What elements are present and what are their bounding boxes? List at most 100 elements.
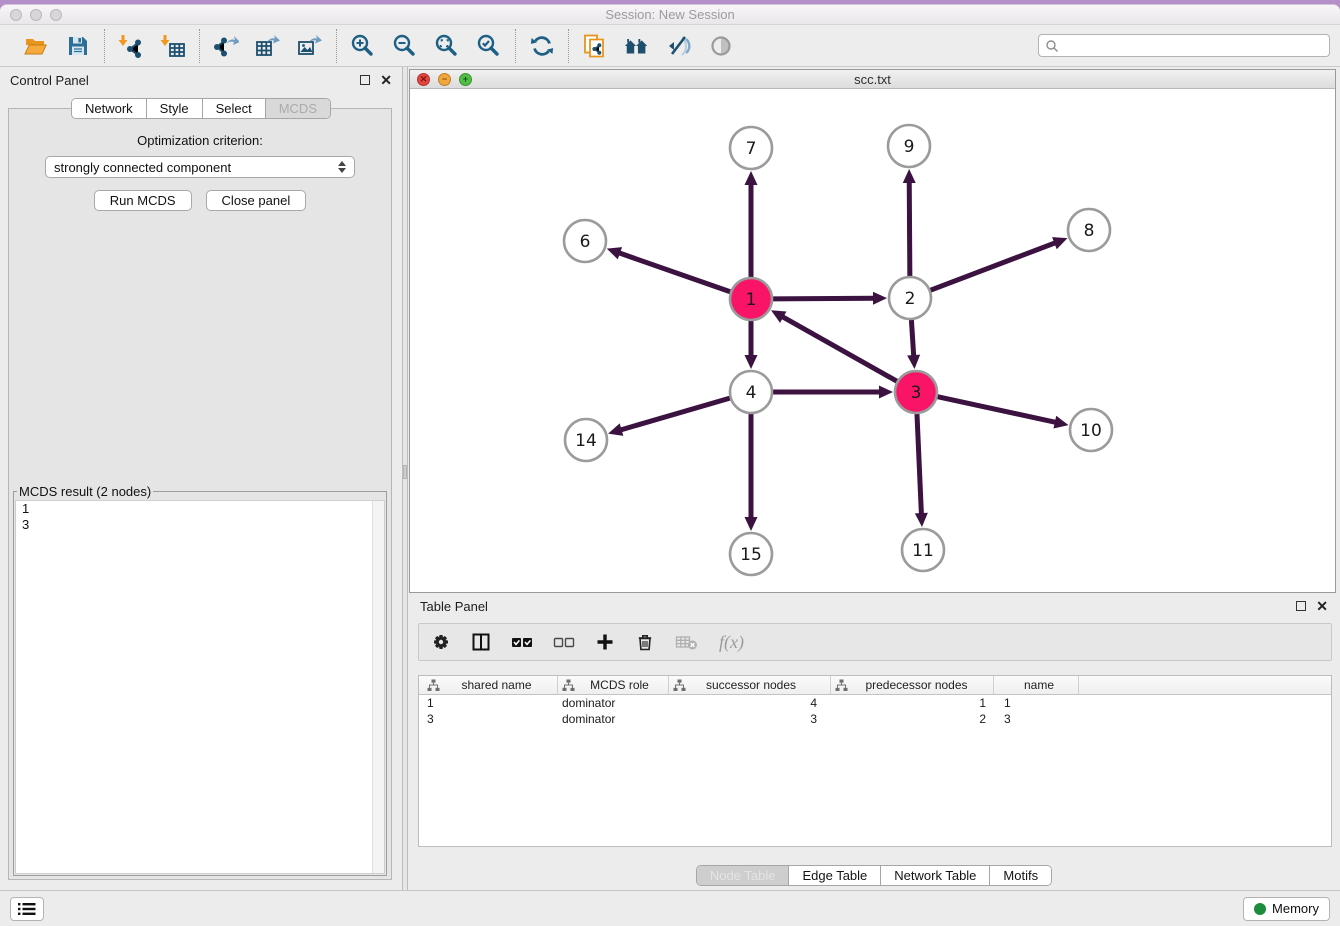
network-canvas-svg: 7968124314101511 <box>410 89 1335 592</box>
show-details-icon[interactable] <box>707 32 735 60</box>
table-panel-title: Table Panel <box>420 599 488 614</box>
tab-style[interactable]: Style <box>146 99 202 118</box>
list-item[interactable]: 3 <box>16 517 384 533</box>
column-header-name[interactable]: name <box>994 676 1079 694</box>
splitter-grip[interactable] <box>403 465 407 479</box>
column-header-shared-name[interactable]: shared name <box>419 676 558 694</box>
graph-edge-2-3[interactable] <box>911 320 913 357</box>
zoom-selected-icon[interactable] <box>475 32 503 60</box>
graph-node-label-2: 2 <box>905 289 916 309</box>
tab-mcds[interactable]: MCDS <box>265 99 330 118</box>
close-table-panel-icon[interactable]: ✕ <box>1316 601 1328 611</box>
graph-edge-3-10[interactable] <box>937 397 1056 423</box>
refresh-icon[interactable] <box>528 32 556 60</box>
cell-shared-name[interactable]: 1 <box>419 696 558 710</box>
network-close-icon[interactable]: ✕ <box>417 73 430 86</box>
float-table-panel-icon[interactable] <box>1296 601 1306 611</box>
cell-successor-nodes[interactable]: 4 <box>669 696 831 710</box>
cell-mcds-role[interactable]: dominator <box>558 696 669 710</box>
memory-button[interactable]: Memory <box>1243 897 1330 921</box>
delete-column-icon[interactable] <box>635 632 655 652</box>
table-panel: Table Panel ✕ <box>408 593 1340 890</box>
network-window-titlebar[interactable]: ✕ − + scc.txt <box>410 70 1335 89</box>
table-tabs: Node Table Edge Table Network Table Moti… <box>696 865 1052 886</box>
close-panel-icon[interactable]: ✕ <box>380 75 392 85</box>
float-panel-icon[interactable] <box>360 75 370 85</box>
table-row[interactable]: 3 dominator 3 2 3 <box>419 711 1331 727</box>
graph-edge-3-11[interactable] <box>917 414 921 515</box>
tab-network[interactable]: Network <box>72 99 146 118</box>
close-panel-button[interactable]: Close panel <box>206 190 307 211</box>
open-file-icon[interactable] <box>22 32 50 60</box>
graph-arrowhead <box>879 386 893 399</box>
select-all-icon[interactable] <box>511 635 533 649</box>
network-maximize-icon[interactable]: + <box>459 73 472 86</box>
memory-status-icon <box>1254 903 1266 915</box>
cell-predecessor-nodes[interactable]: 2 <box>831 712 994 726</box>
minimize-window-button[interactable] <box>30 9 42 21</box>
zoom-in-icon[interactable] <box>349 32 377 60</box>
column-header-mcds-role[interactable]: MCDS role <box>558 676 669 694</box>
table-header: shared name MCDS role successor nodes <box>419 676 1331 695</box>
network-canvas[interactable]: 7968124314101511 <box>410 89 1335 592</box>
task-history-button[interactable] <box>10 897 44 921</box>
zoom-window-button[interactable] <box>50 9 62 21</box>
export-table-icon[interactable] <box>254 32 282 60</box>
window-controls <box>10 9 62 21</box>
cell-mcds-role[interactable]: dominator <box>558 712 669 726</box>
graph-node-label-7: 7 <box>746 139 757 159</box>
column-header-predecessor-nodes[interactable]: predecessor nodes <box>831 676 994 694</box>
graph-edge-3-1[interactable] <box>781 316 896 381</box>
memory-label: Memory <box>1272 901 1319 916</box>
close-window-button[interactable] <box>10 9 22 21</box>
tab-node-table[interactable]: Node Table <box>697 866 789 885</box>
import-table-icon[interactable] <box>159 32 187 60</box>
panes-icon[interactable] <box>471 632 491 652</box>
tab-edge-table[interactable]: Edge Table <box>788 866 880 885</box>
export-image-icon[interactable] <box>296 32 324 60</box>
cell-successor-nodes[interactable]: 3 <box>669 712 831 726</box>
criterion-dropdown[interactable]: strongly connected component <box>45 156 355 178</box>
search-input[interactable] <box>1059 39 1323 53</box>
export-network-icon[interactable] <box>212 32 240 60</box>
cell-predecessor-nodes[interactable]: 1 <box>831 696 994 710</box>
zoom-out-icon[interactable] <box>391 32 419 60</box>
graph-node-label-15: 15 <box>740 545 762 565</box>
mcds-result-list[interactable]: 1 3 <box>15 500 385 874</box>
graph-arrowhead <box>745 171 758 185</box>
list-item[interactable]: 1 <box>16 501 384 517</box>
node-table[interactable]: shared name MCDS role successor nodes <box>418 675 1332 847</box>
clone-network-icon[interactable] <box>581 32 609 60</box>
cell-name[interactable]: 3 <box>994 712 1079 726</box>
add-column-icon[interactable] <box>595 632 615 652</box>
deselect-all-icon[interactable] <box>553 635 575 649</box>
main-area: Control Panel ✕ Network Style Select MCD… <box>0 67 1340 890</box>
cell-shared-name[interactable]: 3 <box>419 712 558 726</box>
graph-edge-1-2[interactable] <box>773 298 875 299</box>
hierarchy-icon <box>673 679 686 692</box>
graph-edge-1-6[interactable] <box>618 253 730 292</box>
table-row[interactable]: 1 dominator 4 1 1 <box>419 695 1331 711</box>
run-mcds-button[interactable]: Run MCDS <box>94 190 192 211</box>
tab-network-table[interactable]: Network Table <box>880 866 989 885</box>
graph-edge-2-9[interactable] <box>909 181 910 276</box>
graph-node-label-9: 9 <box>904 137 915 157</box>
scrollbar[interactable] <box>372 501 384 873</box>
graph-arrowhead <box>915 513 928 527</box>
gear-icon[interactable] <box>431 632 451 652</box>
tab-motifs[interactable]: Motifs <box>989 866 1051 885</box>
first-neighbors-icon[interactable] <box>623 32 651 60</box>
search-field[interactable] <box>1038 34 1330 57</box>
hide-details-icon[interactable] <box>665 32 693 60</box>
import-network-icon[interactable] <box>117 32 145 60</box>
column-header-successor-nodes[interactable]: successor nodes <box>669 676 831 694</box>
cell-name[interactable]: 1 <box>994 696 1079 710</box>
graph-node-label-10: 10 <box>1080 421 1102 441</box>
graph-edge-4-14[interactable] <box>620 398 730 430</box>
network-minimize-icon[interactable]: − <box>438 73 451 86</box>
zoom-fit-icon[interactable] <box>433 32 461 60</box>
graph-edge-2-8[interactable] <box>931 242 1057 290</box>
graph-node-label-6: 6 <box>580 232 591 252</box>
save-session-icon[interactable] <box>64 32 92 60</box>
tab-select[interactable]: Select <box>202 99 265 118</box>
